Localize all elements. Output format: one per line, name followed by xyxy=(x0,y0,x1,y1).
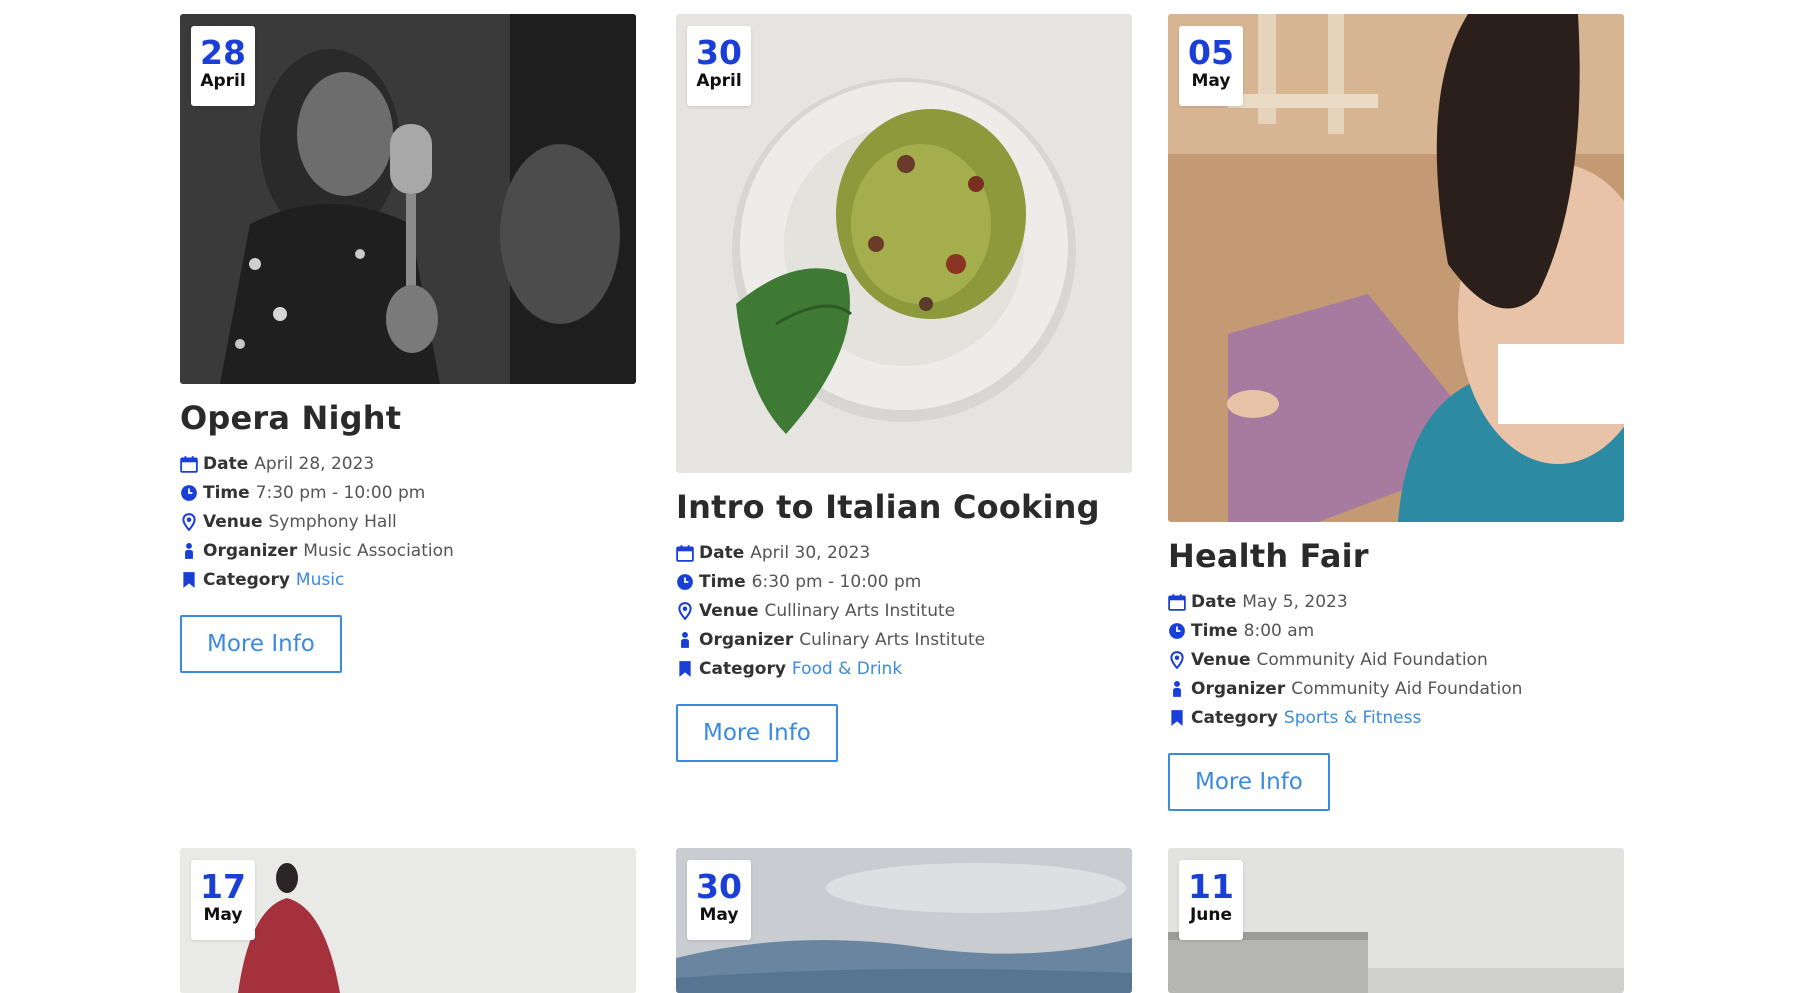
meta-value: Culinary Arts Institute xyxy=(799,629,986,650)
date-badge: 11 June xyxy=(1179,860,1243,940)
meta-label: Organizer xyxy=(1191,678,1286,699)
calendar-icon xyxy=(180,455,198,473)
meta-value: 7:30 pm - 10:00 pm xyxy=(255,482,426,503)
meta-value: April 30, 2023 xyxy=(750,542,871,563)
meta-label: Date xyxy=(699,542,745,563)
meta-value: Symphony Hall xyxy=(268,511,397,532)
meta-label: Time xyxy=(1191,620,1238,641)
calendar-icon xyxy=(1168,593,1186,611)
event-title[interactable]: Intro to Italian Cooking xyxy=(676,488,1132,526)
meta-venue: Venue Cullinary Arts Institute xyxy=(676,596,1132,625)
more-info-button[interactable]: More Info xyxy=(1168,753,1330,811)
event-card: 28 April Opera Night Date April 28, 2023… xyxy=(180,14,636,673)
meta-value: Music Association xyxy=(303,540,454,561)
date-day: 17 xyxy=(200,867,246,906)
event-card: 30 May xyxy=(676,848,1132,993)
meta-time: Time 8:00 am xyxy=(1168,616,1624,645)
meta-category: Category Sports & Fitness xyxy=(1168,703,1624,732)
meta-label: Venue xyxy=(203,511,263,532)
person-icon xyxy=(180,542,198,560)
date-month: April xyxy=(696,71,742,91)
map-pin-icon xyxy=(180,512,198,531)
event-card: 05 May Health Fair Date May 5, 2023 Time… xyxy=(1168,14,1624,811)
meta-organizer: Organizer Music Association xyxy=(180,536,636,565)
event-image[interactable]: 28 April xyxy=(180,14,636,384)
date-badge: 17 May xyxy=(191,860,255,940)
date-month: April xyxy=(200,71,246,91)
meta-label: Category xyxy=(203,569,290,590)
person-icon xyxy=(1168,680,1186,698)
date-day: 11 xyxy=(1188,867,1234,906)
meta-time: Time 7:30 pm - 10:00 pm xyxy=(180,478,636,507)
meta-value: 6:30 pm - 10:00 pm xyxy=(751,571,922,592)
date-badge: 05 May xyxy=(1179,26,1243,106)
meta-organizer: Organizer Community Aid Foundation xyxy=(1168,674,1624,703)
date-month: May xyxy=(203,905,243,925)
meta-label: Category xyxy=(1191,707,1278,728)
category-link[interactable]: Music xyxy=(296,570,344,590)
category-link[interactable]: Sports & Fitness xyxy=(1284,708,1421,728)
meta-value: Community Aid Foundation xyxy=(1256,649,1488,670)
meta-time: Time 6:30 pm - 10:00 pm xyxy=(676,567,1132,596)
event-title[interactable]: Health Fair xyxy=(1168,537,1624,575)
more-info-button[interactable]: More Info xyxy=(180,615,342,673)
clock-icon xyxy=(676,573,694,591)
meta-value: April 28, 2023 xyxy=(254,453,375,474)
event-card: 17 May xyxy=(180,848,636,993)
person-icon xyxy=(676,631,694,649)
meta-value: Cullinary Arts Institute xyxy=(764,600,956,621)
meta-venue: Venue Community Aid Foundation xyxy=(1168,645,1624,674)
meta-category: Category Music xyxy=(180,565,636,594)
meta-label: Venue xyxy=(1191,649,1251,670)
event-meta-list: Date May 5, 2023 Time 8:00 am Venue Comm… xyxy=(1168,587,1624,732)
meta-date: Date April 30, 2023 xyxy=(676,538,1132,567)
date-day: 28 xyxy=(200,33,246,72)
clock-icon xyxy=(180,484,198,502)
map-pin-icon xyxy=(676,601,694,620)
event-image[interactable]: 30 April xyxy=(676,14,1132,473)
date-day: 05 xyxy=(1188,33,1234,72)
meta-label: Date xyxy=(203,453,249,474)
bookmark-icon xyxy=(180,571,198,589)
meta-venue: Venue Symphony Hall xyxy=(180,507,636,536)
event-image[interactable]: 11 June xyxy=(1168,848,1624,993)
event-image[interactable]: 05 May xyxy=(1168,14,1624,522)
meta-value: 8:00 am xyxy=(1243,620,1315,641)
meta-label: Time xyxy=(203,482,250,503)
event-card: 11 June xyxy=(1168,848,1624,993)
date-day: 30 xyxy=(696,33,742,72)
meta-value: May 5, 2023 xyxy=(1242,591,1348,612)
bookmark-icon xyxy=(676,660,694,678)
meta-label: Category xyxy=(699,658,786,679)
date-day: 30 xyxy=(696,867,742,906)
date-badge: 28 April xyxy=(191,26,255,106)
meta-label: Date xyxy=(1191,591,1237,612)
event-card: 30 April Intro to Italian Cooking Date A… xyxy=(676,14,1132,762)
date-badge: 30 April xyxy=(687,26,751,106)
meta-label: Organizer xyxy=(699,629,794,650)
meta-organizer: Organizer Culinary Arts Institute xyxy=(676,625,1132,654)
meta-label: Time xyxy=(699,571,746,592)
event-image[interactable]: 17 May xyxy=(180,848,636,993)
category-link[interactable]: Food & Drink xyxy=(792,659,902,679)
event-meta-list: Date April 30, 2023 Time 6:30 pm - 10:00… xyxy=(676,538,1132,683)
date-month: June xyxy=(1189,905,1233,925)
map-pin-icon xyxy=(1168,650,1186,669)
meta-label: Venue xyxy=(699,600,759,621)
date-month: May xyxy=(699,905,739,925)
meta-date: Date May 5, 2023 xyxy=(1168,587,1624,616)
meta-date: Date April 28, 2023 xyxy=(180,449,636,478)
meta-category: Category Food & Drink xyxy=(676,654,1132,683)
event-title[interactable]: Opera Night xyxy=(180,399,636,437)
meta-value: Community Aid Foundation xyxy=(1291,678,1523,699)
meta-label: Organizer xyxy=(203,540,298,561)
date-month: May xyxy=(1191,71,1231,91)
bookmark-icon xyxy=(1168,709,1186,727)
clock-icon xyxy=(1168,622,1186,640)
date-badge: 30 May xyxy=(687,860,751,940)
calendar-icon xyxy=(676,544,694,562)
event-meta-list: Date April 28, 2023 Time 7:30 pm - 10:00… xyxy=(180,449,636,594)
more-info-button[interactable]: More Info xyxy=(676,704,838,762)
event-image[interactable]: 30 May xyxy=(676,848,1132,993)
